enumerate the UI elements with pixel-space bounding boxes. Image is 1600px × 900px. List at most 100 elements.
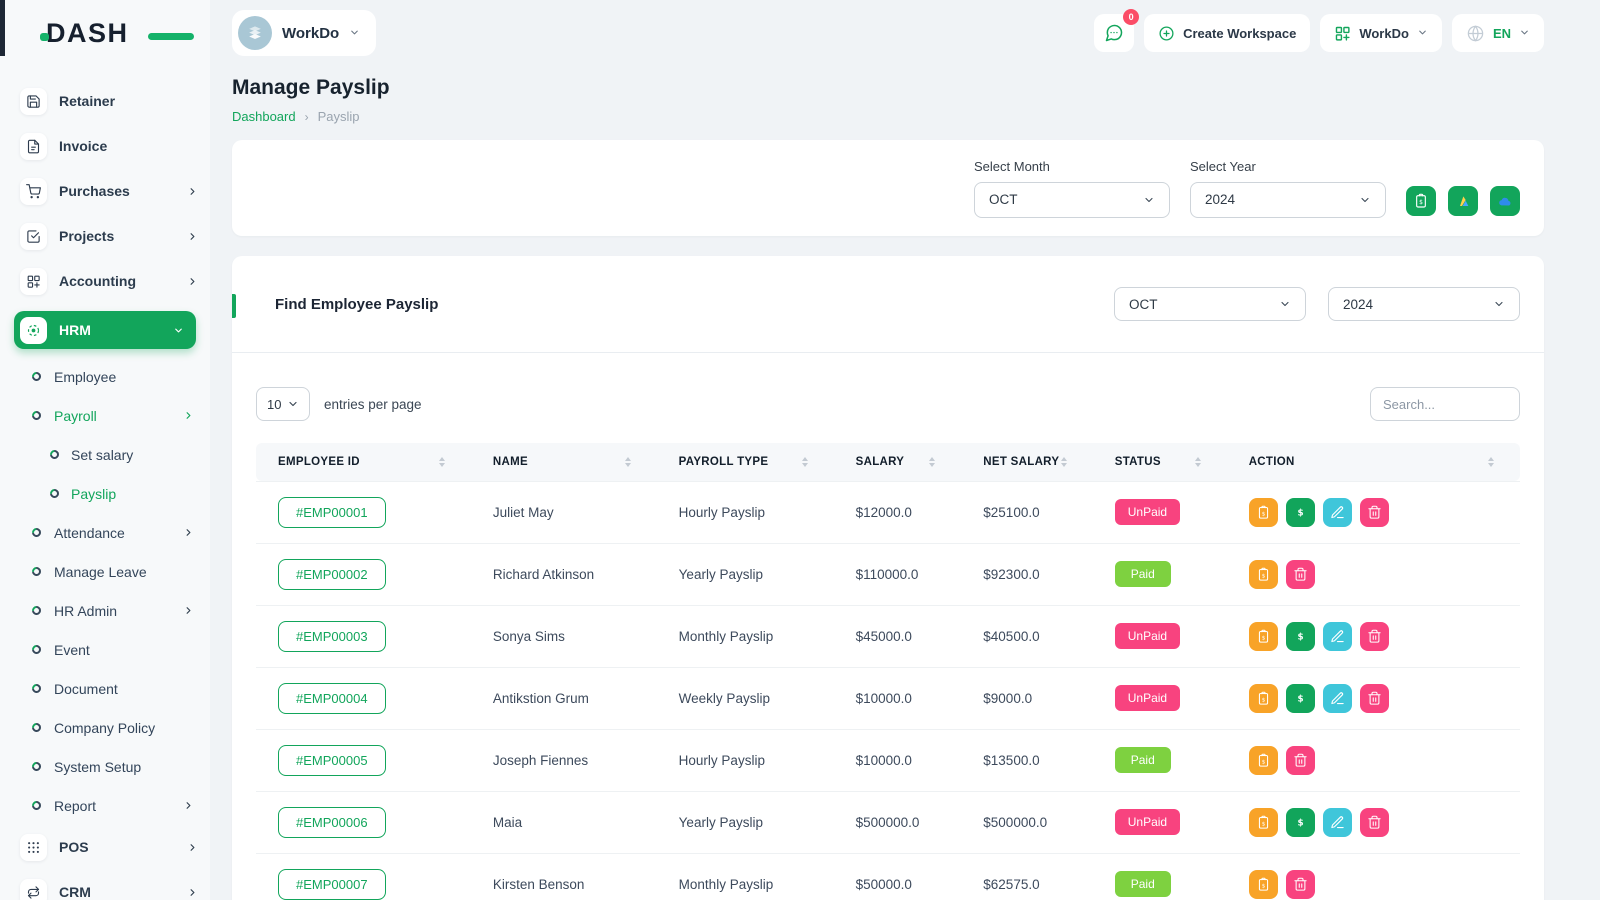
sort-icon[interactable]: [625, 457, 631, 467]
sidebar-item-retainer[interactable]: Retainer: [20, 86, 198, 116]
payslip-button[interactable]: $: [1249, 622, 1278, 651]
trash-icon: [1367, 629, 1382, 644]
payslip-button[interactable]: $: [1249, 870, 1278, 899]
sidebar-item-company-policy[interactable]: Company Policy: [32, 715, 194, 740]
payslip-button[interactable]: $: [1249, 498, 1278, 527]
row-actions: $: [1249, 560, 1512, 589]
payslip-button[interactable]: $: [1249, 808, 1278, 837]
net-salary: $500000.0: [961, 791, 1092, 853]
status-badge: UnPaid: [1115, 623, 1180, 649]
employee-id-badge[interactable]: #EMP00005: [278, 745, 386, 776]
column-header-employee-id[interactable]: EMPLOYEE ID: [256, 443, 471, 481]
delete-button[interactable]: [1360, 684, 1389, 713]
column-header-status[interactable]: STATUS: [1093, 443, 1227, 481]
sidebar-item-purchases[interactable]: Purchases: [20, 176, 198, 206]
find-month-select[interactable]: OCT: [1114, 287, 1306, 321]
pay-button[interactable]: $: [1286, 622, 1315, 651]
employee-name: Joseph Fiennes: [471, 729, 657, 791]
sort-icon[interactable]: [802, 457, 808, 467]
delete-button[interactable]: [1286, 870, 1315, 899]
clipboard-dollar-icon: $: [1256, 815, 1271, 830]
chevron-right-icon: [183, 527, 194, 538]
onedrive-export-button[interactable]: [1490, 186, 1520, 216]
sidebar-item-set-salary[interactable]: Set salary: [50, 442, 194, 467]
employee-id-badge[interactable]: #EMP00001: [278, 497, 386, 528]
column-header-payroll-type[interactable]: PAYROLL TYPE: [657, 443, 834, 481]
payroll-type: Weekly Payslip: [657, 667, 834, 729]
column-header-net-salary[interactable]: NET SALARY: [961, 443, 1092, 481]
create-workspace-button[interactable]: Create Workspace: [1144, 14, 1310, 52]
find-year-select[interactable]: 2024: [1328, 287, 1520, 321]
employee-id-badge[interactable]: #EMP00007: [278, 869, 386, 900]
workspace-switcher[interactable]: WorkDo: [232, 10, 376, 56]
column-header-name[interactable]: NAME: [471, 443, 657, 481]
google-drive-export-button[interactable]: [1448, 186, 1478, 216]
delete-button[interactable]: [1360, 622, 1389, 651]
sidebar-item-document[interactable]: Document: [32, 676, 194, 701]
sidebar-item-hr-admin[interactable]: HR Admin: [32, 598, 194, 623]
delete-button[interactable]: [1360, 808, 1389, 837]
clipboard-dollar-icon: $: [1256, 691, 1271, 706]
sidebar-item-crm[interactable]: CRM: [20, 877, 198, 900]
bullet-icon: [30, 604, 43, 617]
workspace-name: WorkDo: [282, 25, 339, 42]
bullet-icon: [30, 682, 43, 695]
sort-icon[interactable]: [1488, 457, 1494, 467]
delete-button[interactable]: [1286, 560, 1315, 589]
sidebar-item-payroll[interactable]: Payroll: [32, 403, 194, 428]
workdo-label: WorkDo: [1359, 26, 1409, 41]
messages-button[interactable]: 0: [1094, 14, 1134, 52]
find-section-title: Find Employee Payslip: [256, 296, 438, 313]
search-input[interactable]: [1370, 387, 1520, 421]
bulk-payment-button[interactable]: $: [1406, 186, 1436, 216]
employee-id-badge[interactable]: #EMP00003: [278, 621, 386, 652]
bullet-icon: [30, 370, 43, 383]
sidebar-item-payslip[interactable]: Payslip: [50, 481, 194, 506]
trash-icon: [1293, 753, 1308, 768]
workspace-avatar: [238, 16, 272, 50]
sort-icon[interactable]: [1195, 457, 1201, 467]
sidebar-item-projects[interactable]: Projects: [20, 221, 198, 251]
year-select[interactable]: 2024: [1190, 182, 1386, 218]
sidebar-item-hrm[interactable]: HRM: [14, 311, 196, 349]
column-header-salary[interactable]: SALARY: [834, 443, 962, 481]
dash-logo[interactable]: DASH: [46, 18, 166, 62]
payslip-button[interactable]: $: [1249, 684, 1278, 713]
edit-button[interactable]: [1323, 808, 1352, 837]
sort-icon[interactable]: [929, 457, 935, 467]
sidebar-item-report[interactable]: Report: [32, 793, 194, 818]
page-size-select[interactable]: 10: [256, 387, 310, 421]
breadcrumb-dashboard-link[interactable]: Dashboard: [232, 109, 296, 124]
edit-button[interactable]: [1323, 622, 1352, 651]
employee-id-badge[interactable]: #EMP00002: [278, 559, 386, 590]
employee-id-badge[interactable]: #EMP00004: [278, 683, 386, 714]
sort-icon[interactable]: [1061, 457, 1067, 467]
month-select[interactable]: OCT: [974, 182, 1170, 218]
sidebar-item-accounting[interactable]: Accounting: [20, 266, 198, 296]
pay-button[interactable]: $: [1286, 808, 1315, 837]
net-salary: $13500.0: [961, 729, 1092, 791]
pay-button[interactable]: $: [1286, 684, 1315, 713]
sort-icon[interactable]: [439, 457, 445, 467]
sidebar-item-pos[interactable]: POS: [20, 832, 198, 862]
sidebar-item-system-setup[interactable]: System Setup: [32, 754, 194, 779]
sidebar-item-employee[interactable]: Employee: [32, 364, 194, 389]
sidebar-item-attendance[interactable]: Attendance: [32, 520, 194, 545]
language-dropdown[interactable]: EN: [1452, 14, 1544, 52]
payslip-button[interactable]: $: [1249, 746, 1278, 775]
delete-button[interactable]: [1360, 498, 1389, 527]
edit-button[interactable]: [1323, 684, 1352, 713]
sidebar-item-event[interactable]: Event: [32, 637, 194, 662]
delete-button[interactable]: [1286, 746, 1315, 775]
payroll-type: Yearly Payslip: [657, 791, 834, 853]
edit-button[interactable]: [1323, 498, 1352, 527]
pay-button[interactable]: $: [1286, 498, 1315, 527]
employee-id-badge[interactable]: #EMP00006: [278, 807, 386, 838]
column-header-action[interactable]: ACTION: [1227, 443, 1520, 481]
payslip-button[interactable]: $: [1249, 560, 1278, 589]
workdo-dropdown[interactable]: WorkDo: [1320, 14, 1442, 52]
bullet-icon: [30, 643, 43, 656]
sidebar-item-manage-leave[interactable]: Manage Leave: [32, 559, 194, 584]
sidebar-item-invoice[interactable]: Invoice: [20, 131, 198, 161]
select-year-label: Select Year: [1190, 159, 1386, 174]
